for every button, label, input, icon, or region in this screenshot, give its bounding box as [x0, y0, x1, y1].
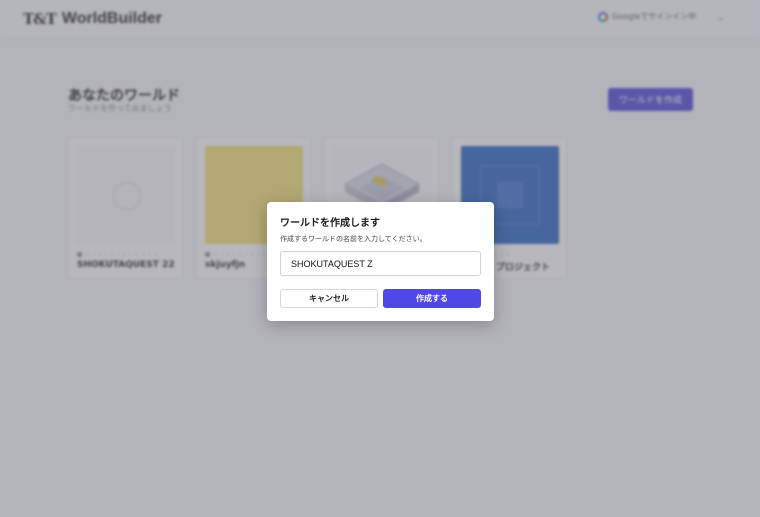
dialog-description: 作成するワールドの名前を入力してください。: [280, 235, 427, 243]
dialog-title: ワールドを作成します: [280, 218, 380, 229]
create-button[interactable]: 作成する: [383, 289, 481, 308]
world-name-input[interactable]: [280, 251, 481, 276]
cancel-button[interactable]: キャンセル: [280, 289, 378, 308]
create-world-dialog: ワールドを作成します 作成するワールドの名前を入力してください。 キャンセル 作…: [267, 202, 494, 321]
